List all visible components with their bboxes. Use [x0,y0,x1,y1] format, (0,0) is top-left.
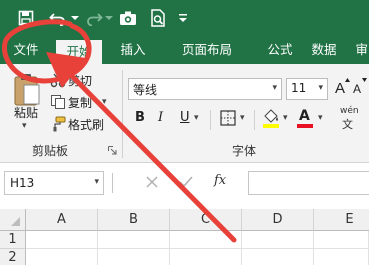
worksheet-grid: A B C D E 1 2 [0,203,369,265]
increase-font-size-icon[interactable]: A [334,76,350,100]
font-color-letter: A [299,108,310,124]
font-color-swatch [297,124,313,128]
copy-dropdown-icon[interactable]: ▾ [102,97,107,107]
fill-color-dropdown-icon[interactable]: ▾ [283,113,288,123]
column-header[interactable]: B [98,209,170,231]
cell[interactable] [170,231,242,249]
format-separator [210,110,211,130]
cancel-icon[interactable] [144,174,162,192]
cell[interactable] [242,231,314,249]
column-header[interactable]: A [26,209,98,231]
tab-data[interactable]: 数据 [302,36,346,64]
column-header[interactable]: E [314,209,369,231]
customize-quick-access-icon[interactable] [176,6,190,30]
group-separator [122,70,123,158]
redo-icon[interactable] [82,6,106,30]
font-name-dropdown-icon[interactable]: ▾ [272,83,277,93]
name-box-value: H13 [10,176,35,190]
cell[interactable] [170,249,242,265]
font-name-box[interactable]: 等线 ▾ [128,78,282,100]
format-separator [254,110,255,130]
cut-icon[interactable] [50,72,66,88]
save-icon[interactable] [14,6,38,30]
tab-page-layout[interactable]: 页面布局 [166,36,248,64]
copy-icon[interactable] [50,94,66,110]
cell[interactable] [98,249,170,265]
title-bar [0,0,369,36]
borders-icon[interactable] [220,110,236,126]
row-header[interactable]: 1 [0,231,26,249]
font-size-value: 11 [291,81,307,95]
cell[interactable] [314,231,369,249]
cell[interactable] [314,249,369,265]
font-group-label: 字体 [232,144,257,158]
clipboard-group-label: 剪贴板 [32,144,69,158]
font-color-dropdown-icon[interactable]: ▾ [318,113,323,123]
underline-button[interactable]: U [180,110,190,125]
cut-label[interactable]: 剪切 [68,72,92,89]
svg-text:A: A [353,82,361,96]
column-header[interactable]: C [170,209,242,231]
borders-dropdown-icon[interactable]: ▾ [240,113,245,123]
select-all-corner[interactable] [0,209,26,231]
cell[interactable] [242,249,314,265]
paste-label[interactable]: 粘贴 [14,104,38,121]
name-box[interactable]: H13 ▾ [4,171,104,195]
font-name-value: 等线 [133,83,158,97]
tab-insert[interactable]: 插入 [110,36,156,64]
tab-file[interactable]: 文件 [4,36,48,64]
insert-function-button[interactable]: fx [214,173,226,188]
cell[interactable] [26,231,98,249]
redo-dropdown-icon[interactable] [104,6,114,30]
phonetic-guide-button[interactable]: wén 文 [340,106,368,131]
font-size-dropdown-icon[interactable]: ▾ [318,83,323,93]
format-painter-label[interactable]: 格式刷 [68,116,104,133]
copy-label[interactable]: 复制 [68,94,92,111]
cell[interactable] [98,231,170,249]
clipboard-launcher-icon[interactable] [108,144,118,155]
formula-bar: H13 ▾ fx [0,163,369,203]
phonetic-char-icon: 文 [342,118,353,131]
ribbon: 粘贴 ▾ 剪切 复制 ▾ 格式刷 剪贴板 等线 ▾ 11 ▾ A A B I U… [0,64,369,163]
row-header[interactable]: 2 [0,249,26,265]
tab-home[interactable]: 开始 [56,40,102,64]
svg-text:A: A [335,80,345,97]
italic-button[interactable]: I [158,110,163,125]
fill-color-icon[interactable] [262,108,280,128]
column-header[interactable]: D [242,209,314,231]
camera-icon[interactable] [116,6,140,30]
undo-dropdown-icon[interactable] [70,6,80,30]
decrease-font-size-icon[interactable]: A [352,76,368,100]
tab-formulas[interactable]: 公式 [258,36,302,64]
ribbon-tabs: 文件 开始 插入 页面布局 公式 数据 审阅 [0,36,369,64]
font-size-box[interactable]: 11 ▾ [286,78,328,100]
underline-dropdown-icon[interactable]: ▾ [194,113,199,123]
cell[interactable] [26,249,98,265]
tab-review[interactable]: 审阅 [346,36,369,64]
formula-input[interactable] [248,171,369,195]
print-preview-icon[interactable] [146,6,170,30]
formula-buttons: fx [118,171,242,195]
bold-button[interactable]: B [135,110,145,125]
name-box-dropdown-icon[interactable]: ▾ [94,177,99,187]
enter-icon[interactable] [178,174,196,192]
font-color-icon[interactable]: A [296,108,314,128]
undo-icon[interactable] [46,6,70,30]
formula-separator [112,173,113,193]
clipboard-icon [14,74,40,106]
phonetic-text: wén [340,106,359,116]
paste-dropdown-icon[interactable]: ▾ [22,121,27,131]
format-painter-icon[interactable] [50,116,66,132]
